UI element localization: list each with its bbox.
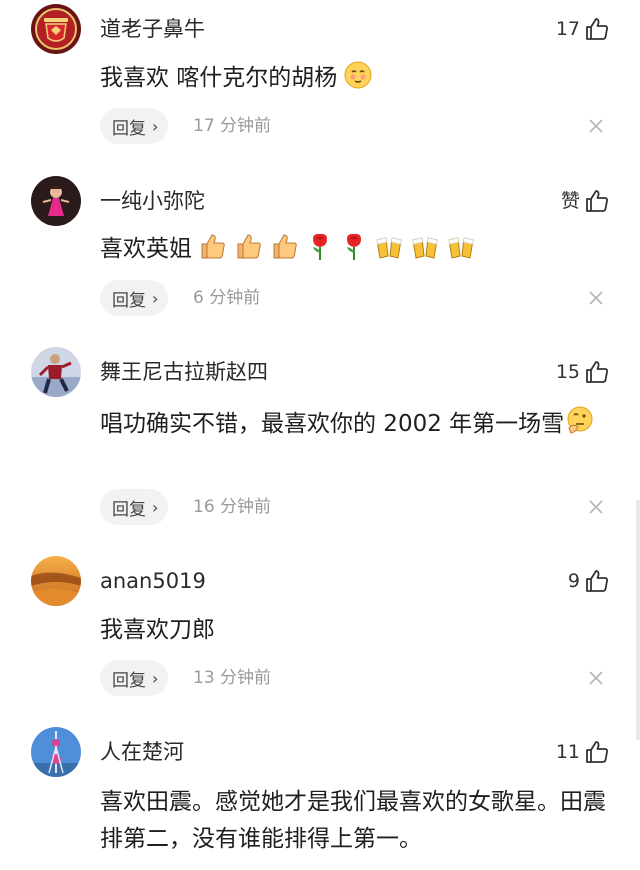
- beer-cheers-emoji-icon: [446, 231, 476, 261]
- timestamp: 6 分钟前: [193, 288, 261, 308]
- thumbs-up-icon: [586, 741, 608, 763]
- comment-text-body: 我喜欢 喀什克尔的胡杨: [100, 65, 338, 91]
- beer-cheers-emoji-icon: [410, 231, 440, 261]
- rose-emoji-icon: [340, 231, 368, 261]
- manchester-united-crest-icon: [31, 4, 81, 54]
- thinking-face-emoji-icon: [564, 404, 596, 436]
- like-count: 赞: [560, 190, 580, 212]
- rose-emoji-icon: [306, 231, 334, 261]
- scroll-edge: [636, 500, 640, 740]
- close-icon[interactable]: [588, 290, 604, 306]
- like-button[interactable]: 9: [568, 567, 610, 595]
- avatar[interactable]: [31, 556, 81, 606]
- thumbs-up-emoji-icon: [270, 231, 300, 261]
- username[interactable]: 一纯小弥陀: [100, 188, 205, 214]
- close-icon[interactable]: [588, 670, 604, 686]
- reply-button[interactable]: 回复 ›: [100, 108, 169, 144]
- beer-cheers-emoji-icon: [374, 231, 404, 261]
- chevron-right-icon: ›: [152, 288, 159, 308]
- username[interactable]: 道老子鼻牛: [100, 16, 205, 42]
- username[interactable]: anan5019: [100, 568, 206, 594]
- thinking-face-emoji-icon: [343, 60, 373, 90]
- reply-button[interactable]: 回复 ›: [100, 660, 169, 696]
- comment-text: 喜欢英姐: [100, 231, 610, 268]
- username[interactable]: 人在楚河: [100, 739, 184, 765]
- thumbs-up-emoji-icon: [234, 231, 264, 261]
- dancing-man-photo-icon: [31, 347, 81, 397]
- comment-text-body: 喜欢英姐: [100, 236, 192, 262]
- comment-text: 唱功确实不错，最喜欢你的 2002 年第一场雪: [100, 404, 610, 443]
- comment-text-body: 我喜欢刀郎: [100, 617, 215, 643]
- avatar[interactable]: [31, 176, 81, 226]
- reply-label: 回复: [112, 290, 146, 311]
- like-button[interactable]: 赞: [561, 187, 610, 215]
- thumbs-up-icon: [586, 361, 608, 383]
- thumbs-up-icon: [586, 570, 608, 592]
- like-count: 15: [555, 361, 580, 383]
- like-count: 11: [555, 741, 580, 763]
- girl-in-pink-dress-icon: [31, 176, 81, 226]
- reply-label: 回复: [112, 499, 146, 520]
- like-button[interactable]: 11: [556, 738, 610, 766]
- reply-button[interactable]: 回复 ›: [100, 280, 169, 316]
- comment-text: 我喜欢刀郎: [100, 612, 610, 649]
- desert-dunes-photo-icon: [31, 556, 81, 606]
- comment-text-body: 唱功确实不错，最喜欢你的 2002 年第一场雪: [100, 411, 565, 437]
- avatar[interactable]: [31, 727, 81, 777]
- avatar[interactable]: [31, 4, 81, 54]
- close-icon[interactable]: [588, 118, 604, 134]
- comment-text: 喜欢田震。感觉她才是我们最喜欢的女歌星。田震排第二，没有谁能排得上第一。: [100, 784, 610, 858]
- like-count: 17: [555, 18, 580, 40]
- comment-text: 我喜欢 喀什克尔的胡杨: [100, 60, 610, 97]
- like-button[interactable]: 17: [556, 15, 610, 43]
- like-count: 9: [567, 570, 580, 592]
- thumbs-up-emoji-icon: [198, 231, 228, 261]
- like-button[interactable]: 15: [556, 358, 610, 386]
- timestamp: 16 分钟前: [193, 497, 272, 517]
- reply-button[interactable]: 回复 ›: [100, 489, 169, 525]
- chevron-right-icon: ›: [152, 668, 159, 688]
- username[interactable]: 舞王尼古拉斯赵四: [100, 359, 268, 385]
- timestamp: 13 分钟前: [193, 668, 272, 688]
- pearl-tower-photo-icon: [31, 727, 81, 777]
- reply-label: 回复: [112, 670, 146, 691]
- avatar[interactable]: [31, 347, 81, 397]
- timestamp: 17 分钟前: [193, 116, 272, 136]
- thumbs-up-icon: [586, 190, 608, 212]
- thumbs-up-icon: [586, 18, 608, 40]
- chevron-right-icon: ›: [152, 497, 159, 517]
- comment-text-body: 喜欢田震。感觉她才是我们最喜欢的女歌星。田震排第二，没有谁能排得上第一。: [100, 789, 606, 852]
- chevron-right-icon: ›: [152, 116, 159, 136]
- close-icon[interactable]: [588, 499, 604, 515]
- reply-label: 回复: [112, 118, 146, 139]
